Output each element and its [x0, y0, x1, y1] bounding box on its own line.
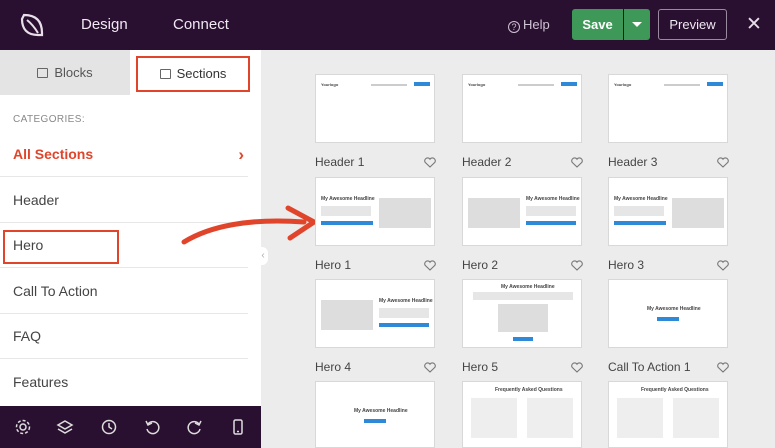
category-label: Header — [13, 192, 59, 208]
category-label: All Sections — [13, 146, 94, 162]
mobile-preview-icon[interactable] — [229, 418, 247, 436]
section-card[interactable]: My Awesome Headline — [462, 279, 582, 348]
tab-sections[interactable]: Sections — [136, 56, 250, 92]
section-card[interactable]: Yourlogo — [608, 74, 728, 143]
section-card[interactable]: My Awesome Headline — [608, 279, 728, 348]
help-icon: ? — [508, 21, 520, 33]
category-faq[interactable]: FAQ — [0, 314, 248, 359]
category-label: Call To Action — [13, 283, 98, 299]
section-card-label: Call To Action 1 — [608, 360, 691, 374]
top-bar: Design Connect ? Help Save Preview ✕ — [0, 0, 775, 50]
thumb-headline: My Awesome Headline — [614, 196, 668, 202]
favorite-heart-icon[interactable] — [717, 362, 729, 373]
undo-icon[interactable] — [143, 418, 161, 436]
bottom-toolbar — [0, 406, 261, 448]
section-card-label: Hero 1 — [315, 258, 352, 272]
category-call-to-action[interactable]: Call To Action — [0, 269, 248, 314]
thumb-logo-text: Yourlogo — [468, 82, 486, 87]
section-card[interactable]: Frequently Asked Questions — [462, 381, 582, 448]
section-card-label: Header 3 — [608, 155, 658, 169]
section-card[interactable]: Yourlogo — [462, 74, 582, 143]
help-label: Help — [523, 17, 550, 32]
favorite-heart-icon[interactable] — [717, 157, 729, 168]
section-card-label: Hero 5 — [462, 360, 499, 374]
thumb-headline: My Awesome Headline — [647, 306, 701, 312]
thumb-headline: My Awesome Headline — [501, 284, 555, 290]
category-all-sections[interactable]: All Sections › — [0, 132, 248, 177]
help-link[interactable]: ? Help — [508, 17, 550, 33]
section-card[interactable]: My Awesome Headline — [462, 177, 582, 246]
nav-connect[interactable]: Connect — [173, 16, 229, 33]
layers-icon[interactable] — [56, 418, 74, 436]
thumb-headline: My Awesome Headline — [321, 196, 375, 202]
seedprod-logo-icon[interactable] — [18, 11, 46, 39]
tab-blocks-label: Blocks — [54, 65, 93, 80]
section-card[interactable]: My Awesome Headline — [608, 177, 728, 246]
favorite-heart-icon[interactable] — [571, 157, 583, 168]
tab-sections-label: Sections — [176, 66, 227, 81]
thumb-logo-text: Yourlogo — [614, 82, 632, 87]
favorite-heart-icon[interactable] — [424, 260, 436, 271]
section-card[interactable]: My Awesome Headline — [315, 279, 435, 348]
section-card-label: Header 2 — [462, 155, 512, 169]
favorite-heart-icon[interactable] — [571, 260, 583, 271]
red-arrow-annotation — [181, 205, 317, 245]
favorite-heart-icon[interactable] — [571, 362, 583, 373]
settings-gear-icon[interactable] — [14, 418, 32, 436]
thumb-logo-text: Yourlogo — [321, 82, 339, 87]
section-card[interactable]: Yourlogo — [315, 74, 435, 143]
section-card[interactable]: My Awesome Headline — [315, 177, 435, 246]
section-card[interactable]: Frequently Asked Questions — [608, 381, 728, 448]
thumb-headline: My Awesome Headline — [379, 298, 433, 304]
history-icon[interactable] — [100, 418, 118, 436]
tab-blocks[interactable]: Blocks — [0, 50, 130, 95]
redo-icon[interactable] — [186, 418, 204, 436]
save-button[interactable]: Save — [572, 9, 623, 40]
section-card[interactable]: My Awesome Headline — [315, 381, 435, 448]
section-card-label: Header 1 — [315, 155, 365, 169]
favorite-heart-icon[interactable] — [717, 260, 729, 271]
category-features[interactable]: Features — [0, 360, 248, 405]
category-label: FAQ — [13, 328, 42, 344]
thumb-faq-title: Frequently Asked Questions — [495, 387, 563, 393]
categories-heading: CATEGORIES: — [13, 114, 86, 125]
save-dropdown-button[interactable] — [624, 9, 650, 40]
section-card-label: Hero 3 — [608, 258, 645, 272]
favorite-heart-icon[interactable] — [424, 362, 436, 373]
thumb-headline: My Awesome Headline — [526, 196, 580, 202]
hero-highlight-box — [3, 230, 119, 264]
blocks-icon — [37, 68, 49, 78]
close-icon[interactable]: ✕ — [746, 13, 762, 36]
preview-button[interactable]: Preview — [658, 9, 727, 40]
favorite-heart-icon[interactable] — [424, 157, 436, 168]
sections-icon — [159, 69, 171, 79]
section-card-label: Hero 2 — [462, 258, 499, 272]
thumb-faq-title: Frequently Asked Questions — [641, 387, 709, 393]
thumb-headline: My Awesome Headline — [354, 408, 408, 414]
section-card-label: Hero 4 — [315, 360, 352, 374]
nav-design[interactable]: Design — [81, 16, 128, 33]
category-label: Features — [13, 374, 69, 390]
chevron-right-icon: › — [238, 145, 244, 164]
